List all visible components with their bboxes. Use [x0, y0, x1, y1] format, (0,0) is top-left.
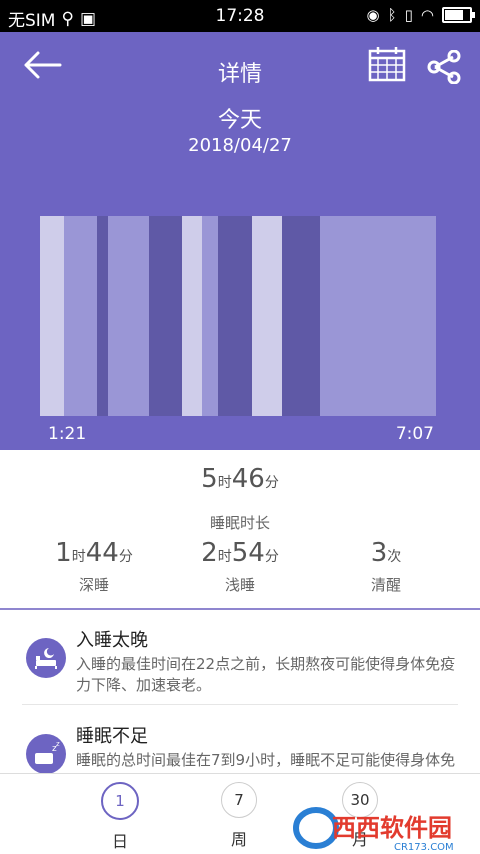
battery-icon [442, 7, 475, 23]
page-title: 详情 [217, 62, 262, 87]
sleep-summary: 5时46分 睡眠时长 1时44分 深睡 2时54分 浅睡 3次 清醒 [0, 450, 480, 610]
bluetooth-icon: ᛒ [387, 6, 397, 24]
bed-moon-icon [26, 638, 66, 678]
awake-label: 清醒 [370, 576, 401, 594]
awake-unit: 次 [387, 549, 402, 565]
awake-sleep-segment [40, 216, 64, 416]
advice-title: 入睡太晚 [76, 630, 148, 651]
light-sleep-segment [202, 216, 218, 416]
svg-text:z: z [56, 740, 60, 748]
tab-day-number: 1 [101, 782, 139, 820]
watermark-text: 西西软件园 [332, 814, 452, 842]
timeline-start-label: 1:21 [48, 424, 87, 444]
deep-sleep-segment [282, 216, 320, 416]
light-sleep-stat: 2时54分 浅睡 [170, 538, 310, 595]
awake-sleep-segment [252, 216, 282, 416]
light-sleep-segment [108, 216, 149, 416]
advice-item: 入睡太晚 入睡的最佳时间在22点之前，长期熬夜可能使得身体免疫力下降、加速衰老。 [22, 624, 458, 702]
watermark-logo: 西西软件园 CR173.COM [293, 807, 454, 853]
watermark-sub: CR173.COM [394, 842, 454, 853]
light-sleep-segment [64, 216, 97, 416]
light-minutes-unit: 分 [264, 549, 279, 565]
deep-sleep-stat: 1时44分 深睡 [24, 538, 164, 595]
deep-hours: 1 [55, 538, 72, 568]
light-sleep-label: 浅睡 [224, 576, 255, 594]
alarm-icon: ◉ [366, 6, 380, 24]
tab-day[interactable]: 1 日 [80, 782, 160, 852]
awake-sleep-segment [182, 216, 202, 416]
wifi-icon: ◠ [420, 6, 434, 24]
advice-item: z z 睡眠不足 睡眠的总时间最佳在7到9小时，睡眠不足可能使得身体免疫力下降，… [22, 720, 458, 790]
total-minutes-unit: 分 [264, 475, 279, 491]
tab-day-label: 日 [111, 832, 128, 851]
total-hours: 5 [201, 464, 218, 494]
share-icon[interactable] [426, 50, 462, 84]
sleep-zzz-icon: z z [26, 734, 66, 774]
awake-count: 3 [370, 538, 388, 568]
total-sleep: 5时46分 睡眠时长 [0, 464, 480, 532]
deep-minutes-unit: 分 [118, 549, 133, 565]
total-sleep-label: 睡眠时长 [209, 514, 270, 532]
light-minutes: 54 [231, 538, 265, 568]
divider [22, 704, 458, 705]
total-minutes: 46 [231, 464, 265, 494]
date-label: 2018/04/27 [188, 135, 292, 156]
total-hours-unit: 时 [217, 475, 232, 491]
sleep-timeline-chart [40, 216, 436, 416]
deep-sleep-segment [149, 216, 182, 416]
light-sleep-segment [320, 216, 436, 416]
timeline-end-label: 7:07 [395, 424, 434, 444]
vibrate-icon: ▯ [404, 6, 413, 24]
calendar-icon[interactable] [368, 46, 406, 82]
deep-sleep-label: 深睡 [78, 576, 109, 594]
light-hours: 2 [201, 538, 218, 568]
tab-week-number: 7 [221, 782, 257, 818]
light-hours-unit: 时 [217, 549, 232, 565]
status-bar: 无SIM ⚲ ▣ 17:28 ◉ ᛒ ▯ ◠ [0, 0, 480, 32]
deep-minutes: 44 [85, 538, 119, 568]
deep-sleep-segment [97, 216, 108, 416]
tab-week-label: 周 [230, 830, 247, 849]
advice-title: 睡眠不足 [76, 726, 148, 747]
deep-sleep-segment [218, 216, 252, 416]
tab-week[interactable]: 7 周 [199, 782, 279, 850]
deep-hours-unit: 时 [71, 549, 86, 565]
sleep-detail-hero: 详情 今天 2018/04/27 1:21 7:07 [0, 32, 480, 450]
day-label: 今天 [217, 108, 262, 133]
awake-stat: 3次 清醒 [316, 538, 456, 595]
advice-text: 入睡的最佳时间在22点之前，长期熬夜可能使得身体免疫力下降、加速衰老。 [76, 655, 456, 694]
